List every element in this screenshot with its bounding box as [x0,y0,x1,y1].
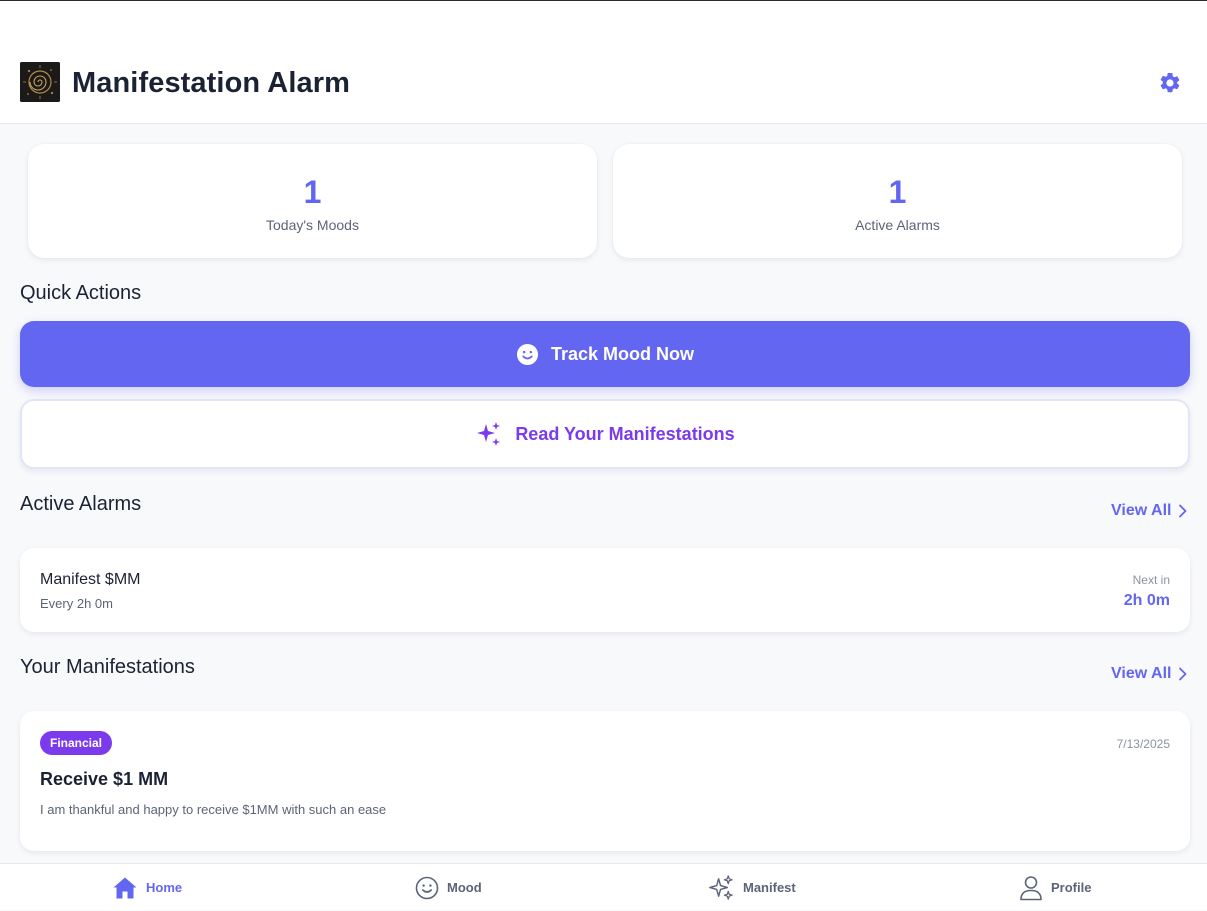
app-header: Manifestation Alarm [0,1,1207,124]
nav-label-mood: Mood [447,880,482,895]
alarms-view-all-link[interactable]: View All [1111,502,1189,520]
nav-item-profile[interactable]: Profile [1019,864,1091,911]
stat-label-moods: Today's Moods [266,217,359,233]
bottom-nav: Home Mood Manifest Profile [0,863,1207,910]
stat-card-moods: 1 Today's Moods [28,144,597,258]
gear-icon [1160,72,1180,93]
stat-card-alarms: 1 Active Alarms [613,144,1182,258]
nav-label-profile: Profile [1051,880,1092,895]
alarm-name: Manifest $MM [40,571,141,588]
track-mood-label: Track Mood Now [550,343,694,364]
active-alarms-title: Active Alarms [20,493,142,515]
smiley-icon [516,343,539,365]
chevron-right-icon [1179,667,1187,681]
alarm-frequency: Every 2h 0m [40,596,113,611]
read-manifestations-label: Read Your Manifestations [515,423,735,444]
sparkles-icon [477,422,501,446]
nav-item-home[interactable]: Home [112,864,182,911]
alarm-next-label: Next in [1132,573,1170,587]
manifestation-card[interactable]: Financial 7/13/2025 Receive $1 MM I am t… [20,711,1190,851]
home-icon [113,877,137,898]
sparkles-icon [709,875,733,900]
nav-item-manifest[interactable]: Manifest [708,864,796,911]
manifestation-date: 7/13/2025 [1116,737,1170,751]
stat-value-moods: 1 [303,174,322,210]
nav-item-mood[interactable]: Mood [415,864,482,911]
manifestation-title: Receive $1 MM [40,769,169,789]
manifestations-title: Your Manifestations [20,656,195,678]
stat-value-alarms: 1 [888,174,907,210]
read-manifestations-button[interactable]: Read Your Manifestations [20,399,1190,469]
quick-actions-title: Quick Actions [20,282,142,304]
alarms-view-all-label: View All [1111,502,1172,519]
galaxy-logo-icon [20,62,60,102]
alarm-next-value: 2h 0m [1123,592,1170,609]
manifestations-view-all-link[interactable]: View All [1111,665,1189,683]
app-title: Manifestation Alarm [72,67,350,99]
category-badge: Financial [40,731,113,755]
smiley-icon [415,876,439,899]
chevron-right-icon [1179,504,1187,518]
stat-label-alarms: Active Alarms [855,217,940,233]
manifestation-text: I am thankful and happy to receive $1MM … [40,802,387,817]
alarm-item[interactable]: Manifest $MM Every 2h 0m Next in 2h 0m [20,548,1190,632]
track-mood-button[interactable]: Track Mood Now [20,321,1190,387]
nav-label-manifest: Manifest [743,880,796,895]
settings-button[interactable] [1156,69,1184,97]
nav-label-home: Home [146,880,183,895]
user-icon [1020,875,1042,900]
manifestations-view-all-label: View All [1111,665,1172,682]
